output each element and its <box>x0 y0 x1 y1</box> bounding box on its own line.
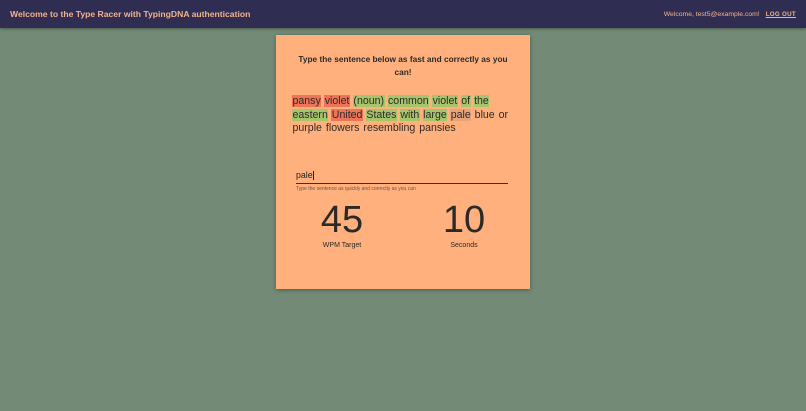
top-app-bar: Welcome to the Type Racer with TypingDNA… <box>0 0 806 28</box>
typing-field[interactable]: pale Type the sentence as quickly and co… <box>296 167 508 192</box>
sentence-word: or <box>498 108 509 121</box>
typing-input[interactable]: pale <box>296 167 508 184</box>
sentence-word: flowers <box>325 122 360 134</box>
instruction-text: Type the sentence below as fast and corr… <box>298 54 508 77</box>
sentence-word: pansies <box>419 122 456 134</box>
sentence-word: United <box>331 108 363 121</box>
welcome-message: Welcome, test5@example.com! <box>663 10 760 18</box>
user-area: Welcome, test5@example.com! LOG OUT <box>664 11 796 18</box>
seconds-value: 10 <box>442 199 486 241</box>
wpm-target-value: 45 <box>320 199 364 241</box>
sentence-word: (noun) <box>352 95 385 107</box>
typing-input-value: pale <box>296 170 313 180</box>
sentence-word: large <box>422 108 448 121</box>
sentence-word: States <box>365 108 397 121</box>
wpm-target-label: WPM Target <box>322 242 362 249</box>
sentence-word: the <box>473 95 490 107</box>
sentence-word: blue <box>474 108 495 121</box>
sentence-word: pale <box>450 108 472 121</box>
target-sentence: pansy violet (noun) common violet of the… <box>292 95 514 136</box>
sentence-word: eastern <box>292 108 329 121</box>
typing-card: Type the sentence below as fast and corr… <box>276 35 530 289</box>
seconds-label: Seconds <box>450 242 478 249</box>
seconds-stat: 10 Seconds <box>419 200 509 249</box>
text-caret <box>313 170 314 180</box>
sentence-word: purple <box>292 122 322 134</box>
sentence-word: resembling <box>363 122 416 134</box>
sentence-word: violet <box>432 95 458 107</box>
input-helper-text: Type the sentence as quickly and correct… <box>296 186 416 192</box>
sentence-word: violet <box>324 95 350 107</box>
app-title: Welcome to the Type Racer with TypingDNA… <box>10 9 251 19</box>
sentence-word: pansy <box>292 95 322 107</box>
wpm-target-stat: 45 WPM Target <box>297 200 387 249</box>
logout-button[interactable]: LOG OUT <box>766 11 796 18</box>
sentence-word: of <box>460 95 471 107</box>
sentence-word: common <box>387 95 430 107</box>
sentence-word: with <box>399 108 420 121</box>
